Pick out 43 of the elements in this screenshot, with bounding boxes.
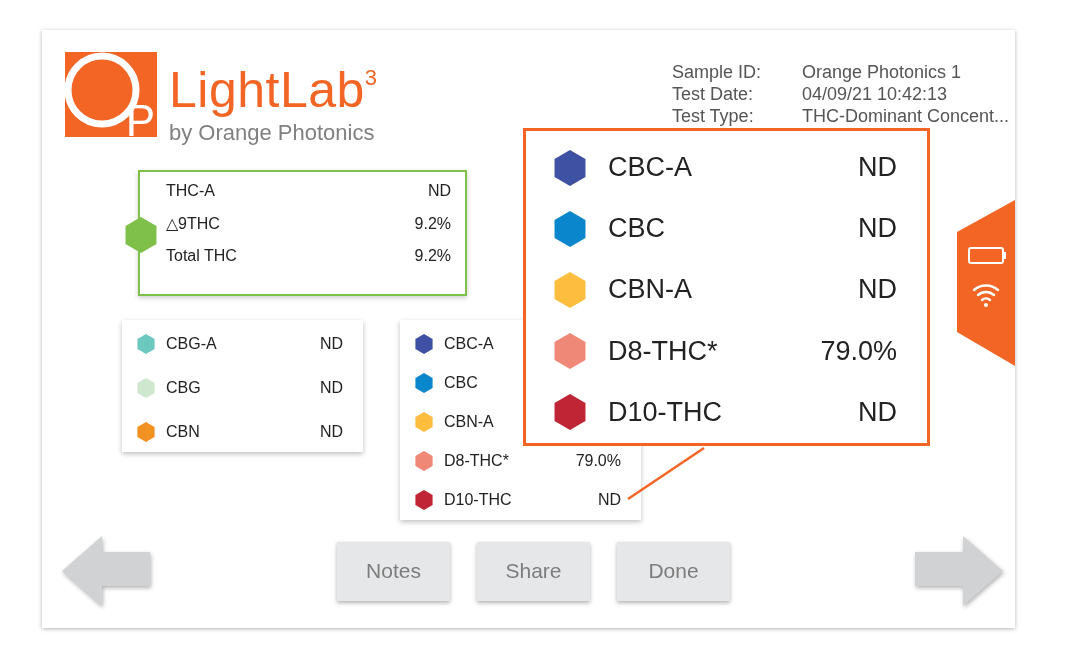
compound-name: CBC-A (444, 335, 494, 353)
compound-name: CBG-A (166, 335, 217, 353)
compound-name: △9THC (166, 214, 220, 233)
compound-name: D10-THC (608, 396, 722, 428)
compound-name: CBN (166, 423, 200, 441)
compound-value: ND (597, 491, 621, 509)
compound-name: D8-THC* (444, 452, 509, 470)
forward-arrow-icon[interactable] (913, 534, 1005, 608)
compound-value: ND (858, 213, 897, 245)
info-label: Test Type: (671, 106, 755, 126)
info-label: Test Date: (671, 84, 754, 104)
compound-value: ND (858, 274, 897, 306)
action-button[interactable]: Done (617, 541, 730, 601)
action-button[interactable]: Share (477, 541, 590, 601)
compound-name: CBN-A (444, 413, 494, 431)
logo-title: LightLab$^{3}$ (169, 61, 378, 116)
compound-value: ND (858, 396, 897, 428)
compound-name: CBN-A (608, 274, 692, 306)
compound-name: THC-A (166, 182, 215, 200)
compound-value: 9.2% (414, 247, 451, 265)
compound-name: CBC-A (608, 152, 692, 184)
compound-value: ND (319, 335, 343, 353)
info-value: Orange Photonics 1 (801, 62, 963, 82)
compound-value: 9.2% (414, 214, 451, 233)
compound-name: CBC (444, 374, 478, 392)
compound-name: Total THC (166, 247, 237, 265)
info-value: THC-Dominant Concent... (801, 106, 1009, 126)
compound-value: 79.0% (575, 452, 621, 470)
info-value: 04/09/21 10:42:13 (801, 84, 949, 104)
wifi-icon (972, 284, 1000, 307)
action-button[interactable]: Notes (337, 541, 450, 601)
compound-value: 79.0% (820, 335, 897, 367)
compound-name: D8-THC* (608, 335, 718, 367)
compound-name: D10-THC (444, 491, 512, 509)
compound-value: ND (319, 423, 343, 441)
compound-value: ND (319, 379, 343, 397)
compound-value: ND (427, 182, 451, 200)
compound-name: CBC (608, 213, 665, 245)
compound-name: CBG (166, 379, 201, 397)
info-label: Sample ID: (671, 62, 762, 82)
compound-value: ND (858, 152, 897, 184)
battery-icon (968, 247, 1006, 264)
logo-subtitle: by Orange Photonics (169, 120, 376, 146)
